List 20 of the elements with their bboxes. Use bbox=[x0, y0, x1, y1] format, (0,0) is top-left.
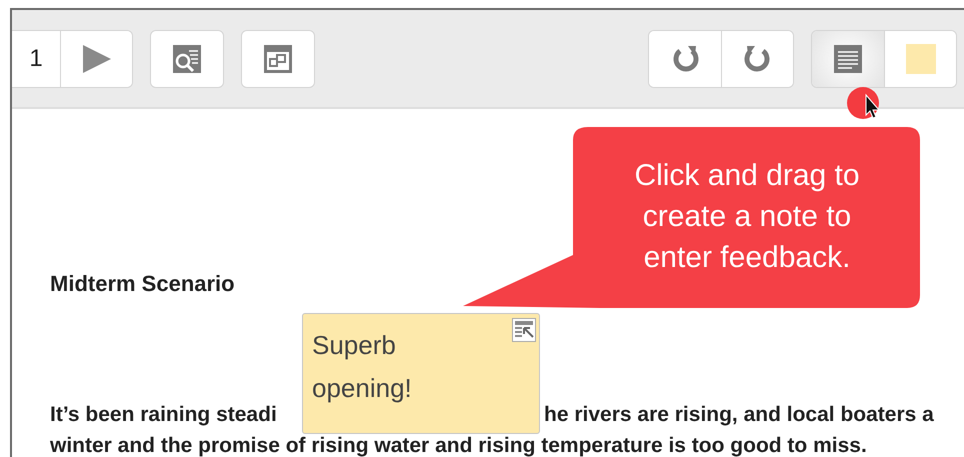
color-swatch-icon bbox=[906, 44, 936, 74]
play-icon bbox=[80, 44, 112, 74]
document-heading: Midterm Scenario bbox=[50, 271, 236, 297]
search-icon bbox=[172, 44, 202, 74]
note-icon bbox=[833, 44, 863, 74]
rotate-right-icon bbox=[742, 44, 772, 74]
body-text: winter and the promise of rising water and rising temperature is too good to miss. bbox=[50, 433, 867, 457]
callout-text: Click and drag to create a note to enter feedback. bbox=[633, 158, 861, 276]
rotate-right-button[interactable] bbox=[721, 30, 793, 86]
sticky-note[interactable]: Superb opening! bbox=[302, 313, 540, 434]
note-menu-icon[interactable] bbox=[512, 318, 536, 342]
resize-icon bbox=[263, 44, 293, 74]
note-text: Superb opening! bbox=[312, 329, 413, 405]
note-color-button[interactable] bbox=[884, 30, 956, 86]
next-page-button[interactable] bbox=[60, 30, 132, 86]
note-tool-button[interactable] bbox=[812, 30, 884, 86]
search-button[interactable] bbox=[151, 30, 223, 86]
fit-page-button[interactable] bbox=[242, 30, 314, 86]
body-text: he rivers are rising, and local boaters a bbox=[544, 402, 934, 428]
body-text: It’s been raining steadi bbox=[50, 402, 278, 428]
